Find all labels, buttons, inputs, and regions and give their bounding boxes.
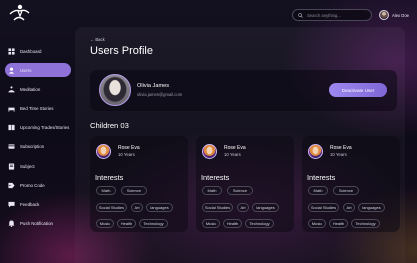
interest-chip: Health bbox=[329, 219, 348, 228]
sidebar-item-label: Meditation bbox=[20, 86, 41, 92]
sidebar-item-label: Push Notification bbox=[20, 221, 53, 227]
search-bar[interactable] bbox=[292, 9, 372, 21]
sidebar-item-dashboard[interactable]: Dashboard bbox=[5, 44, 71, 58]
child-age: 10 Years bbox=[118, 152, 135, 157]
interest-chip: Technology bbox=[245, 219, 274, 228]
sidebar-item-label: Users bbox=[20, 67, 32, 73]
profile-avatar bbox=[99, 74, 131, 106]
children-title: Children 03 bbox=[90, 121, 129, 130]
interest-chip: Music bbox=[96, 219, 114, 228]
feedback-icon bbox=[8, 201, 15, 208]
sidebar-item-push-notification[interactable]: Push Notification bbox=[5, 217, 71, 231]
interest-chip: Social Studies bbox=[202, 203, 233, 212]
interest-chip: Art bbox=[131, 203, 143, 212]
sidebar-item-users[interactable]: Users bbox=[5, 63, 71, 78]
app-logo bbox=[9, 4, 30, 21]
interest-chip: languages bbox=[252, 203, 279, 212]
child-avatar bbox=[96, 144, 111, 159]
interest-chip: Technology bbox=[351, 219, 380, 228]
child-age: 10 Years bbox=[330, 152, 347, 157]
interest-chip: Science bbox=[121, 186, 147, 195]
subject-icon bbox=[8, 163, 15, 170]
user-menu[interactable]: Alex Doe bbox=[379, 10, 409, 20]
sidebar-item-feedback[interactable]: Feedback bbox=[5, 198, 71, 212]
sidebar-item-meditation[interactable]: Meditation bbox=[5, 82, 71, 96]
interest-chip: Health bbox=[223, 219, 242, 228]
child-name: Rose Eva bbox=[118, 145, 140, 151]
sidebar-item-bed-time-stories[interactable]: Bed Time Stories bbox=[5, 102, 71, 116]
child-avatar bbox=[202, 144, 217, 159]
dashboard-icon bbox=[8, 47, 15, 55]
interest-chip: Science bbox=[333, 186, 359, 195]
sidebar-item-upcoming-stories[interactable]: Upcoming Trades/Stories bbox=[5, 121, 71, 135]
interest-chip: Music bbox=[202, 219, 220, 228]
interest-chip: Social Studies bbox=[96, 203, 127, 212]
interests-title: Interests bbox=[95, 173, 124, 182]
user-name: Alex Doe bbox=[392, 12, 409, 18]
interest-chip: Math bbox=[96, 186, 116, 195]
users-icon bbox=[8, 67, 15, 74]
interest-chip: Science bbox=[227, 186, 253, 195]
interest-chip: Social Studies bbox=[308, 203, 339, 212]
child-avatar bbox=[308, 144, 323, 159]
interest-chip: Art bbox=[343, 203, 355, 212]
interest-chip: Music bbox=[308, 219, 326, 228]
child-age: 10 Years bbox=[224, 152, 241, 157]
bed-icon bbox=[8, 105, 15, 112]
search-icon bbox=[298, 12, 303, 18]
sidebar: Dashboard Users Meditation Bed Time Stor… bbox=[0, 0, 72, 263]
interests-title: Interests bbox=[307, 173, 336, 182]
interest-chip: languages bbox=[146, 203, 173, 212]
interest-chip: Math bbox=[202, 186, 222, 195]
sidebar-nav: Dashboard Users Meditation Bed Time Stor… bbox=[5, 44, 71, 236]
sidebar-item-subscription[interactable]: Subscription bbox=[5, 140, 71, 154]
interest-chip: Technology bbox=[139, 219, 168, 228]
deactivate-user-button[interactable]: Deactivate User bbox=[329, 83, 387, 97]
profile-email: olivia.james@gmail.com bbox=[137, 92, 183, 97]
sidebar-item-label: Dashboard bbox=[20, 48, 42, 54]
interest-chip: Art bbox=[237, 203, 249, 212]
sidebar-item-label: Subject bbox=[20, 163, 35, 169]
child-name: Rose Eva bbox=[330, 145, 352, 151]
interests-title: Interests bbox=[201, 173, 230, 182]
search-input[interactable] bbox=[307, 12, 367, 18]
interest-chip: languages bbox=[358, 203, 385, 212]
subscription-icon bbox=[8, 143, 15, 150]
sidebar-item-label: Bed Time Stories bbox=[20, 106, 54, 112]
sidebar-item-subject[interactable]: Subject bbox=[5, 159, 71, 173]
meditation-icon bbox=[8, 86, 15, 93]
sidebar-item-label: Feedback bbox=[20, 202, 40, 207]
interest-chip: Math bbox=[308, 186, 328, 195]
profile-name: Olivia James bbox=[137, 83, 170, 89]
sidebar-item-label: Promo Code bbox=[20, 182, 45, 188]
app-window: Dashboard Users Meditation Bed Time Stor… bbox=[0, 0, 417, 263]
sidebar-item-label: Upcoming Trades/Stories bbox=[20, 125, 70, 131]
child-name: Rose Eva bbox=[224, 145, 246, 151]
sidebar-item-label: Subscription bbox=[20, 144, 45, 150]
page-title: Users Profile bbox=[90, 45, 153, 57]
promo-icon bbox=[8, 182, 15, 189]
notification-icon bbox=[8, 220, 15, 228]
back-link[interactable]: ← Back bbox=[90, 37, 105, 42]
interest-chip: Health bbox=[117, 219, 136, 228]
sidebar-item-promo-code[interactable]: Promo Code bbox=[5, 178, 71, 192]
avatar bbox=[379, 10, 389, 20]
stories-icon bbox=[8, 124, 15, 131]
